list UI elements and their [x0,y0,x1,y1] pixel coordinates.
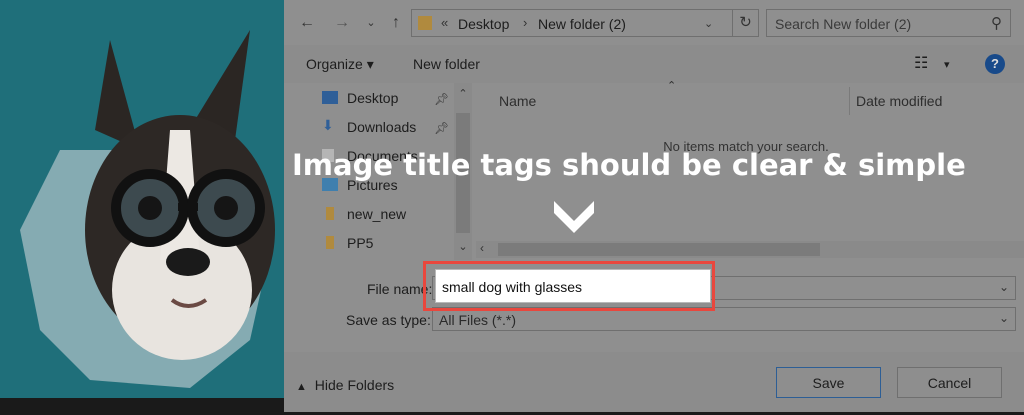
search-icon: ⚲ [991,15,1002,32]
scroll-down-icon[interactable]: ⌄ [454,240,472,253]
folder-icon [418,16,432,30]
overlay-caption: Image title tags should be clear & simpl… [292,148,966,182]
refresh-icon[interactable]: ↻ [732,10,758,36]
forward-arrow-icon[interactable]: → [332,11,352,35]
column-divider[interactable] [849,87,850,115]
nav-item-label: Downloads [347,119,417,135]
scroll-left-icon[interactable]: ‹ [480,241,484,255]
chevron-down-icon [554,201,594,233]
nav-item-label: Desktop [347,90,399,106]
new-folder-button[interactable]: New folder [413,56,480,72]
help-icon[interactable]: ? [985,54,1005,74]
dialog-footer: ▲ Hide Folders Save Cancel [284,352,1024,412]
folder-icon [326,207,334,220]
save-as-type-dropdown-icon[interactable]: ⌄ [999,311,1009,325]
search-box[interactable]: ⚲ [766,9,1011,37]
save-button[interactable]: Save [776,367,881,398]
folder-icon [326,236,334,249]
desktop-icon [322,91,338,104]
save-dialog: ← → ⌄ ↑ « Desktop › New folder (2) ⌄ ↻ ⚲… [284,0,1024,412]
download-icon: ⬇ [322,117,334,133]
file-list-scrollbar[interactable]: ‹ [476,241,1024,258]
pin-icon: 📌︎ [434,92,450,106]
dog-photo [0,0,284,398]
breadcrumb-desktop[interactable]: Desktop [458,16,509,32]
back-arrow-icon[interactable]: ← [297,11,317,35]
view-options-dropdown-icon[interactable]: ▾ [944,58,950,71]
save-as-type-value: All Files (*.*) [439,312,517,328]
chevron-up-icon: ▲ [296,381,307,393]
sort-indicator-icon: ⌃ [667,80,677,92]
scroll-up-icon[interactable]: ⌃ [454,87,472,100]
column-date-modified[interactable]: Date modified [856,93,942,109]
dog-illustration [0,0,284,398]
scroll-thumb[interactable] [498,243,820,256]
search-input[interactable] [775,15,975,33]
hide-folders-button[interactable]: ▲ Hide Folders [296,377,394,393]
file-name-dropdown-icon[interactable]: ⌄ [999,280,1009,294]
hide-folders-label: Hide Folders [314,377,395,393]
breadcrumb-new-folder[interactable]: New folder (2) [538,16,626,32]
column-name[interactable]: Name [499,93,536,109]
toolbar: Organize ▾ New folder ☷ ▾ ? [284,45,1024,83]
address-bar[interactable]: « Desktop › New folder (2) ⌄ ↻ [411,9,759,37]
address-dropdown-icon[interactable]: ⌄ [704,17,713,30]
up-arrow-icon[interactable]: ↑ [386,11,406,35]
recent-locations-chevron-icon[interactable]: ⌄ [364,11,378,35]
nav-item-label: PP5 [347,235,374,251]
overflow-icon[interactable]: « [441,15,448,30]
nav-item-label: new_new [347,206,407,222]
pin-icon: 📌︎ [434,121,450,135]
address-row: ← → ⌄ ↑ « Desktop › New folder (2) ⌄ ↻ ⚲ [284,0,1024,45]
breadcrumb-separator-icon: › [523,15,528,30]
save-as-type-label: Save as type: [346,312,431,328]
highlight-frame [423,261,715,311]
view-list-icon[interactable]: ☷ [914,53,928,73]
organize-button[interactable]: Organize ▾ [306,56,374,73]
cancel-button[interactable]: Cancel [897,367,1002,398]
